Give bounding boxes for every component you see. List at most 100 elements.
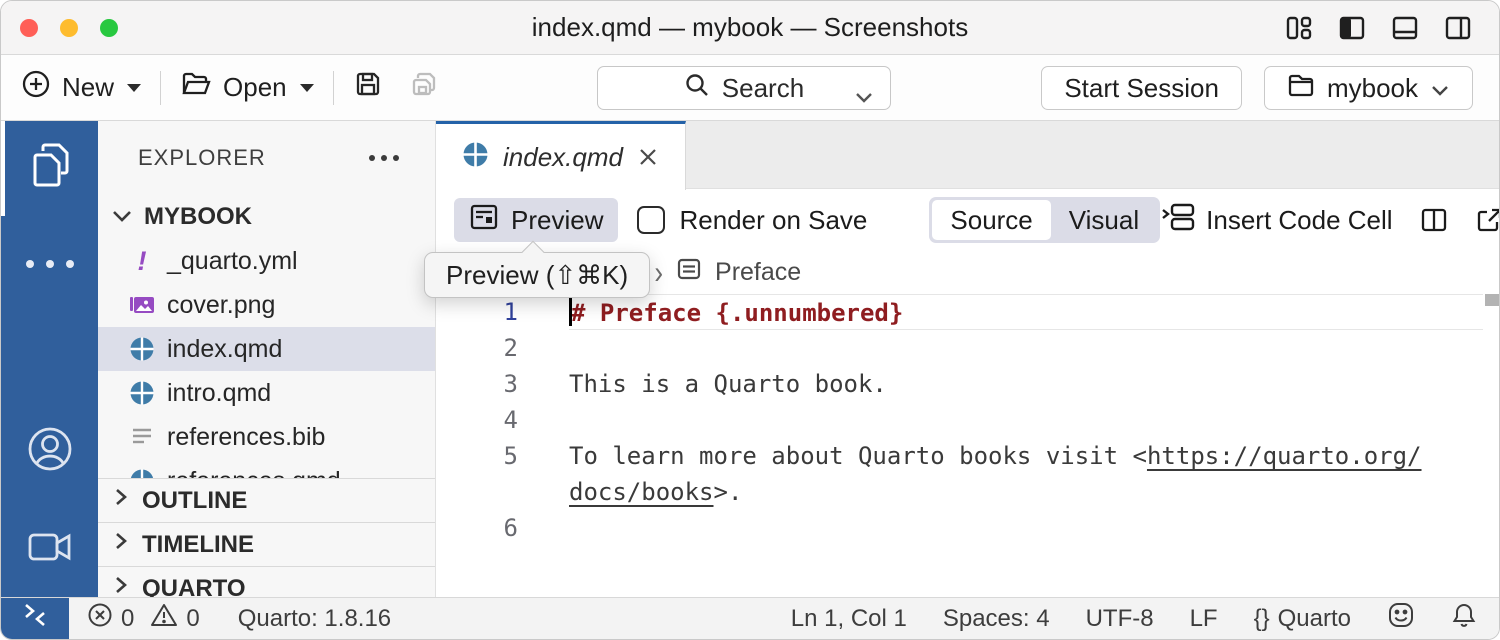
file-intro.qmd[interactable]: intro.qmd	[98, 371, 435, 415]
toolbar-divider	[160, 71, 161, 105]
insert-code-cell-button[interactable]: Insert Code Cell	[1160, 201, 1392, 240]
line-number: 2	[436, 330, 518, 366]
explorer-sidebar: EXPLORER MYBOOK ! _quarto.yml cover.png …	[98, 121, 436, 597]
chevron-down-icon	[854, 80, 874, 111]
quarto-icon	[129, 335, 155, 363]
code-line[interactable]: 5 To learn more about Quarto books visit…	[436, 438, 1499, 474]
insert-code-cell-icon	[1160, 201, 1196, 240]
warning-icon	[150, 602, 178, 635]
code-segment: >.	[714, 478, 743, 506]
remote-indicator-button[interactable]	[1, 598, 69, 639]
save-button[interactable]	[353, 69, 383, 106]
code-link[interactable]: docs/books	[569, 478, 714, 506]
document-icon	[676, 257, 702, 288]
workspace-button[interactable]: mybook	[1264, 66, 1473, 110]
code-line[interactable]: 1 # Preface {.unnumbered}	[436, 294, 1499, 330]
start-session-button[interactable]: Start Session	[1041, 66, 1242, 110]
more-activity-button[interactable]	[1, 241, 98, 291]
editor-column: index.qmd Preview Render on Save Source …	[436, 121, 1499, 597]
feedback-smiley-icon	[1387, 601, 1415, 636]
explorer-header: EXPLORER	[98, 121, 435, 195]
ellipsis-icon	[24, 257, 76, 275]
code-segment: This is a Quarto book.	[569, 370, 887, 398]
language-mode[interactable]: {} Quarto	[1254, 605, 1351, 633]
workspace-label: mybook	[1327, 73, 1418, 104]
status-bar: 0 0 Quarto: 1.8.16 Ln 1, Col 1 Spaces: 4…	[1, 597, 1499, 639]
code-line[interactable]: 2	[436, 330, 1499, 366]
text-cursor	[569, 298, 572, 326]
chevron-down-icon	[127, 84, 141, 92]
code-line[interactable]: 6	[436, 510, 1499, 546]
error-count: 0	[121, 605, 134, 633]
account-button[interactable]	[26, 425, 74, 478]
search-label: Search	[722, 73, 804, 104]
code-line[interactable]: 4	[436, 402, 1499, 438]
line-number: 5	[436, 438, 518, 474]
errors-warnings-button[interactable]: 0 0	[87, 602, 200, 635]
code-line[interactable]: 3 This is a Quarto book.	[436, 366, 1499, 402]
code-editor[interactable]: 1 # Preface {.unnumbered} 2 3 This is a …	[436, 294, 1499, 597]
open-external-icon[interactable]	[1475, 207, 1500, 233]
save-all-button[interactable]	[409, 69, 439, 106]
sidebar-section-outline[interactable]: OUTLINE	[98, 478, 435, 522]
visual-mode-tab[interactable]: Visual	[1051, 200, 1157, 240]
source-mode-tab[interactable]: Source	[932, 200, 1050, 240]
editor-scrollbar[interactable]	[1485, 294, 1499, 306]
braces-icon: {}	[1254, 605, 1270, 633]
explorer-activity-button[interactable]	[1, 121, 98, 216]
sidebar-section-quarto[interactable]: QUARTO	[98, 566, 435, 597]
error-icon	[87, 602, 113, 635]
sidebar-section-timeline[interactable]: TIMELINE	[98, 522, 435, 566]
tab-index-qmd[interactable]: index.qmd	[436, 121, 686, 190]
tab-close-button[interactable]	[637, 146, 659, 168]
sidebar-sections: OUTLINE TIMELINE QUARTO	[98, 478, 435, 597]
explorer-more-button[interactable]	[367, 143, 401, 169]
code-text: # Preface {.unnumbered}	[569, 294, 1483, 330]
code-line[interactable]: docs/books>.	[436, 474, 1499, 510]
file-index.qmd[interactable]: index.qmd	[98, 327, 435, 371]
source-visual-toggle: Source Visual	[929, 197, 1160, 243]
toggle-secondary-sidebar-icon[interactable]	[1443, 13, 1473, 43]
file-list: ! _quarto.yml cover.png index.qmd intro.…	[98, 239, 435, 503]
feedback-button[interactable]	[1387, 601, 1415, 636]
line-number: 4	[436, 402, 518, 438]
tab-strip: index.qmd	[436, 121, 1499, 189]
cursor-position[interactable]: Ln 1, Col 1	[791, 605, 907, 633]
code-link[interactable]: https://quarto.org/	[1147, 442, 1422, 470]
quarto-icon	[129, 379, 155, 407]
chevron-right-icon: ›	[654, 253, 663, 292]
file-_quarto.yml[interactable]: ! _quarto.yml	[98, 239, 435, 283]
file-cover.png[interactable]: cover.png	[98, 283, 435, 327]
line-number: 1	[436, 294, 518, 330]
preview-button[interactable]: Preview	[454, 198, 618, 242]
notifications-button[interactable]	[1451, 601, 1477, 636]
workspace-root-row[interactable]: MYBOOK	[98, 195, 435, 239]
file-references.bib[interactable]: references.bib	[98, 415, 435, 459]
render-on-save-checkbox[interactable]	[637, 206, 665, 234]
eol-setting[interactable]: LF	[1190, 605, 1218, 633]
files-icon	[27, 141, 73, 196]
quarto-icon	[462, 141, 489, 173]
indentation-setting[interactable]: Spaces: 4	[943, 605, 1050, 633]
yaml-icon: !	[129, 247, 155, 275]
bib-icon	[129, 423, 155, 451]
render-on-save-label: Render on Save	[679, 205, 867, 236]
toggle-panel-icon[interactable]	[1390, 13, 1420, 43]
customize-layout-icon[interactable]	[1284, 13, 1314, 43]
encoding-setting[interactable]: UTF-8	[1086, 605, 1154, 633]
open-button[interactable]: Open	[180, 69, 314, 106]
line-number: 6	[436, 510, 518, 546]
bell-icon	[1451, 601, 1477, 636]
toggle-primary-sidebar-icon[interactable]	[1337, 13, 1367, 43]
camera-button[interactable]	[27, 530, 73, 569]
chevron-collapsed-icon	[112, 573, 130, 597]
chevron-expanded-icon	[110, 203, 134, 231]
new-button[interactable]: New	[21, 69, 141, 106]
remote-icon	[21, 602, 49, 635]
search-input[interactable]: Search	[597, 66, 891, 110]
quarto-version[interactable]: Quarto: 1.8.16	[238, 605, 391, 633]
chevron-collapsed-icon	[112, 485, 130, 516]
split-editor-icon[interactable]	[1420, 207, 1448, 233]
breadcrumb-section[interactable]: Preface	[715, 258, 801, 287]
title-bar: index.qmd — mybook — Screenshots	[1, 1, 1499, 55]
